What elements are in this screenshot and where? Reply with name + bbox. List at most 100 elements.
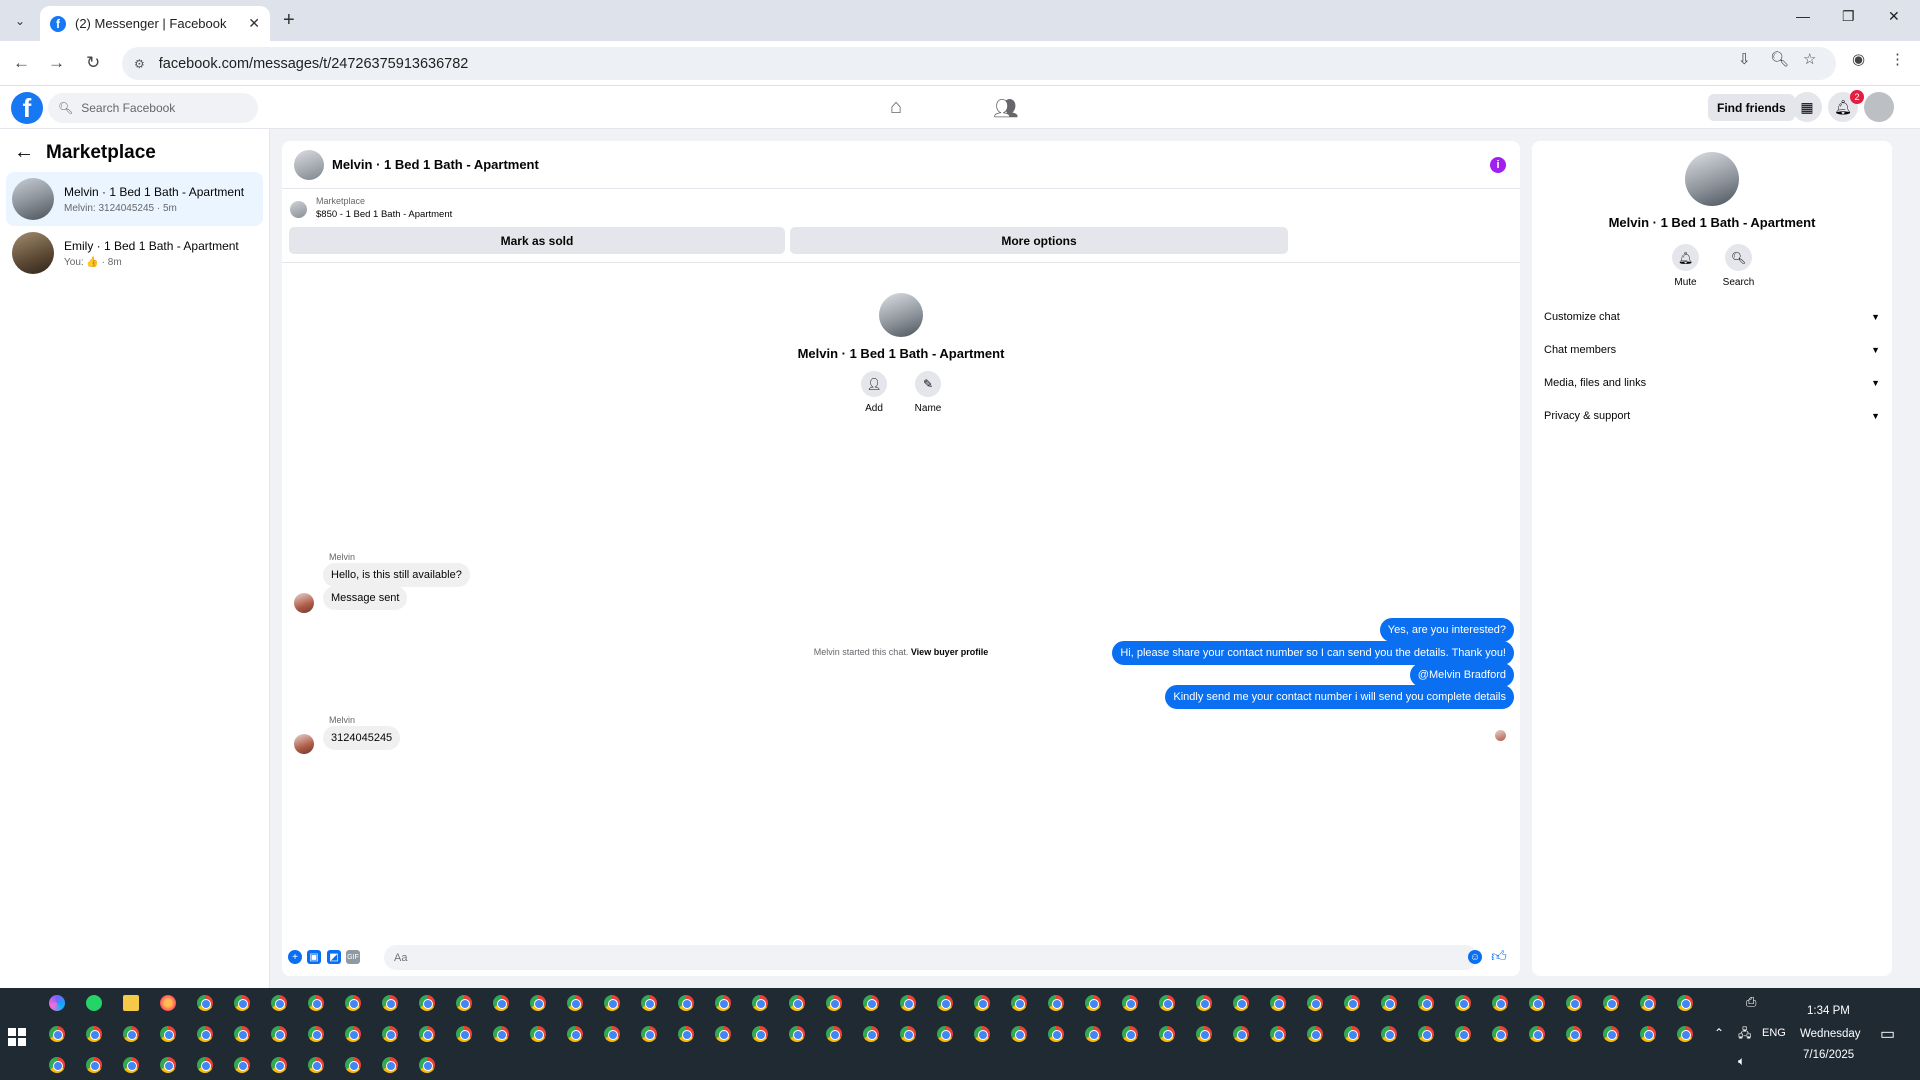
mute-button[interactable]: 🔔︎ Mute — [1669, 244, 1702, 288]
chrome-window-icon[interactable] — [1233, 1026, 1249, 1042]
chrome-window-icon[interactable] — [308, 995, 324, 1011]
chrome-window-icon[interactable] — [1492, 995, 1508, 1011]
image-icon[interactable]: ▣ — [307, 950, 321, 964]
windows-start-icon[interactable] — [8, 1028, 26, 1046]
show-hidden-icons[interactable]: ⌃ — [1714, 1026, 1724, 1040]
chrome-window-icon[interactable] — [1048, 995, 1064, 1011]
clock-time[interactable]: 1:34 PM — [1807, 1005, 1850, 1017]
address-bar[interactable]: ⚙ facebook.com/messages/t/24726375913636… — [122, 47, 1836, 80]
browser-tab[interactable]: f (2) Messenger | Facebook ✕ — [40, 6, 270, 41]
chrome-window-icon[interactable] — [1677, 1026, 1693, 1042]
firefox-icon[interactable] — [160, 995, 176, 1011]
chat-members-section[interactable]: Chat members ▼ — [1532, 333, 1892, 366]
new-tab-icon[interactable]: + — [283, 9, 295, 32]
chrome-window-icon[interactable] — [1270, 1026, 1286, 1042]
media-files-links-section[interactable]: Media, files and links ▼ — [1532, 366, 1892, 399]
meet-now-icon[interactable]: ⎙ — [1746, 994, 1756, 1010]
chrome-window-icon[interactable] — [160, 1026, 176, 1042]
outgoing-message[interactable]: Hi, please share your contact number so … — [1112, 641, 1514, 665]
chrome-window-icon[interactable] — [123, 1026, 139, 1042]
back-icon[interactable]: ← — [13, 53, 30, 73]
more-options-button[interactable]: More options — [790, 227, 1288, 254]
chrome-window-icon[interactable] — [345, 995, 361, 1011]
outgoing-message[interactable]: Yes, are you interested? — [1379, 618, 1514, 642]
listing-summary[interactable]: Marketplace $850 - 1 Bed 1 Bath - Apartm… — [290, 196, 452, 220]
chrome-window-icon[interactable] — [382, 995, 398, 1011]
chrome-window-icon[interactable] — [197, 1026, 213, 1042]
site-info-icon[interactable]: ⚙ — [134, 57, 145, 71]
file-explorer-icon[interactable] — [123, 995, 139, 1011]
search-in-chat-button[interactable]: 🔍︎ Search — [1722, 244, 1755, 288]
clock-date[interactable]: 7/16/2025 — [1803, 1049, 1854, 1061]
chrome-window-icon[interactable] — [678, 1026, 694, 1042]
chrome-window-icon[interactable] — [1381, 995, 1397, 1011]
chrome-window-icon[interactable] — [604, 995, 620, 1011]
info-icon[interactable]: i — [1490, 157, 1506, 173]
chrome-window-icon[interactable] — [86, 1057, 102, 1073]
chrome-window-icon[interactable] — [86, 1026, 102, 1042]
tab-search-menu[interactable]: ⌄ — [8, 9, 32, 33]
outgoing-message[interactable]: @Melvin Bradford — [1409, 663, 1514, 687]
mark-as-sold-button[interactable]: Mark as sold — [289, 227, 785, 254]
chrome-window-icon[interactable] — [789, 995, 805, 1011]
chrome-window-icon[interactable] — [1418, 995, 1434, 1011]
volume-icon[interactable]: 🔈︎ — [1738, 1054, 1745, 1069]
chrome-window-icon[interactable] — [271, 995, 287, 1011]
chrome-window-icon[interactable] — [382, 1026, 398, 1042]
chrome-window-icon[interactable] — [1529, 995, 1545, 1011]
chrome-window-icon[interactable] — [1196, 995, 1212, 1011]
chrome-window-icon[interactable] — [1344, 1026, 1360, 1042]
add-person-button[interactable]: 👤︎ Add — [858, 371, 891, 414]
network-icon[interactable]: 🖧︎ — [1738, 1024, 1751, 1045]
chrome-window-icon[interactable] — [1640, 995, 1656, 1011]
chrome-window-icon[interactable] — [604, 1026, 620, 1042]
chrome-window-icon[interactable] — [456, 1026, 472, 1042]
chrome-window-icon[interactable] — [715, 1026, 731, 1042]
conversation-item-emily[interactable]: Emily · 1 Bed 1 Bath - Apartment You: 👍 … — [6, 226, 263, 280]
sender-avatar[interactable] — [294, 593, 314, 613]
chrome-window-icon[interactable] — [1455, 995, 1471, 1011]
chrome-window-icon[interactable] — [1307, 1026, 1323, 1042]
chrome-window-icon[interactable] — [678, 995, 694, 1011]
reload-icon[interactable]: ↻ — [86, 53, 100, 73]
incoming-message[interactable]: 3124045245 — [323, 726, 401, 750]
chrome-window-icon[interactable] — [456, 995, 472, 1011]
chrome-window-icon[interactable] — [234, 995, 250, 1011]
chrome-window-icon[interactable] — [308, 1026, 324, 1042]
chrome-window-icon[interactable] — [1566, 995, 1582, 1011]
chrome-window-icon[interactable] — [123, 1057, 139, 1073]
chrome-window-icon[interactable] — [493, 1026, 509, 1042]
clock-day[interactable]: Wednesday — [1800, 1028, 1861, 1040]
chrome-window-icon[interactable] — [1492, 1026, 1508, 1042]
chrome-window-icon[interactable] — [234, 1057, 250, 1073]
home-icon[interactable]: ⌂ — [890, 96, 902, 119]
chat-avatar[interactable] — [294, 149, 324, 180]
chrome-window-icon[interactable] — [1085, 1026, 1101, 1042]
sticker-icon[interactable]: ◩ — [327, 950, 341, 964]
chrome-window-icon[interactable] — [863, 995, 879, 1011]
conversation-item-melvin[interactable]: Melvin · 1 Bed 1 Bath - Apartment Melvin… — [6, 172, 263, 226]
emoji-icon[interactable]: ☺ — [1468, 950, 1482, 964]
chrome-window-icon[interactable] — [419, 1057, 435, 1073]
chrome-window-icon[interactable] — [900, 995, 916, 1011]
chrome-window-icon[interactable] — [1011, 995, 1027, 1011]
account-avatar[interactable] — [1864, 92, 1894, 122]
chrome-window-icon[interactable] — [752, 995, 768, 1011]
profile-icon[interactable]: ◉ — [1852, 50, 1865, 68]
chrome-window-icon[interactable] — [937, 995, 953, 1011]
chrome-window-icon[interactable] — [530, 995, 546, 1011]
chrome-window-icon[interactable] — [752, 1026, 768, 1042]
facebook-search-input[interactable]: 🔍︎ Search Facebook — [48, 93, 258, 123]
chat-title[interactable]: Melvin · 1 Bed 1 Bath - Apartment — [332, 157, 539, 172]
chrome-window-icon[interactable] — [419, 995, 435, 1011]
chrome-window-icon[interactable] — [1566, 1026, 1582, 1042]
chrome-window-icon[interactable] — [530, 1026, 546, 1042]
chrome-window-icon[interactable] — [1270, 995, 1286, 1011]
chrome-window-icon[interactable] — [1233, 995, 1249, 1011]
zoom-icon[interactable]: 🔍︎ — [1770, 50, 1789, 68]
chrome-window-icon[interactable] — [271, 1057, 287, 1073]
chrome-window-icon[interactable] — [197, 1057, 213, 1073]
chrome-window-icon[interactable] — [308, 1057, 324, 1073]
chrome-window-icon[interactable] — [1603, 995, 1619, 1011]
chrome-window-icon[interactable] — [49, 1057, 65, 1073]
